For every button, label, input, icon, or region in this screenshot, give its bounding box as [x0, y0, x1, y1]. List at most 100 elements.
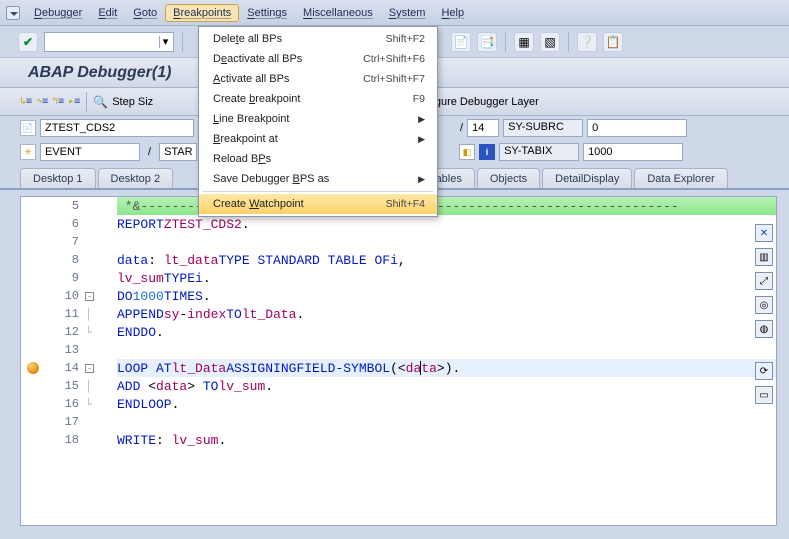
command-field[interactable]: ▾: [44, 32, 174, 52]
menu-system[interactable]: System: [381, 4, 434, 22]
sy-tabix-value[interactable]: [583, 143, 683, 161]
tool-icon[interactable]: ◎: [755, 296, 773, 314]
menu-goto[interactable]: Goto: [125, 4, 165, 22]
line-number: 13: [45, 343, 85, 357]
sync-icon[interactable]: ⟳: [755, 362, 773, 380]
code-line[interactable]: REPORT ZTEST_CDS2.: [117, 215, 776, 233]
bp-menu-reload-bps[interactable]: Reload BPs: [199, 149, 437, 169]
separator: [505, 32, 506, 52]
code-line[interactable]: ENDLOOP.: [117, 395, 776, 413]
code-line[interactable]: DO 1000 TIMES.: [117, 287, 776, 305]
program-icon[interactable]: 📄: [20, 120, 36, 136]
gutter-line[interactable]: 17: [21, 413, 117, 431]
layout-icon[interactable]: ▧: [540, 32, 560, 52]
gutter-line[interactable]: 14-: [21, 359, 117, 377]
bp-menu-activate-all-bps[interactable]: Activate all BPsCtrl+Shift+F7: [199, 69, 437, 89]
code-line[interactable]: APPEND sy-index TO lt_Data.: [117, 305, 776, 323]
code-line[interactable]: LOOP AT lt_Data ASSIGNING FIELD-SYMBOL(<…: [117, 359, 776, 377]
menu-breakpoints[interactable]: Breakpoints: [165, 4, 239, 22]
menu-debugger[interactable]: Debugger: [26, 4, 90, 22]
ok-icon[interactable]: ✔: [18, 32, 38, 52]
gutter-line[interactable]: 15│: [21, 377, 117, 395]
code-line[interactable]: [117, 233, 776, 251]
event-pos-field[interactable]: [159, 143, 197, 161]
gutter-line[interactable]: 16└: [21, 395, 117, 413]
code-line[interactable]: lv_sum TYPE i.: [117, 269, 776, 287]
code-line[interactable]: [117, 413, 776, 431]
fold-column[interactable]: └: [85, 326, 117, 339]
gutter-line[interactable]: 8: [21, 251, 117, 269]
line-number: 11: [45, 307, 85, 321]
fold-toggle-icon[interactable]: -: [85, 364, 94, 373]
menu-miscellaneous[interactable]: Miscellaneous: [295, 4, 381, 22]
gutter-line[interactable]: 12└: [21, 323, 117, 341]
bp-menu-create-breakpoint[interactable]: Create breakpointF9: [199, 89, 437, 109]
step-into-icon[interactable]: ↳≡: [20, 96, 32, 107]
tab-objects[interactable]: Objects: [477, 168, 540, 188]
breakpoint-marker-icon[interactable]: [27, 362, 39, 374]
code-line[interactable]: WRITE: lv_sum.: [117, 431, 776, 449]
tool-icon[interactable]: ▭: [755, 386, 773, 404]
tool-icon[interactable]: ▥: [755, 248, 773, 266]
bp-menu-create-watchpoint[interactable]: Create WatchpointShift+F4: [199, 194, 437, 214]
gutter-line[interactable]: 7: [21, 233, 117, 251]
tool-icon[interactable]: ⤢: [755, 272, 773, 290]
nav-icon[interactable]: ◧: [459, 144, 475, 160]
continue-icon[interactable]: ▸≡: [68, 96, 80, 107]
event-field[interactable]: [40, 143, 140, 161]
menu-edit[interactable]: Edit: [90, 4, 125, 22]
gutter-line[interactable]: 13: [21, 341, 117, 359]
step-size-icon[interactable]: 🔍: [93, 95, 108, 109]
tab-desktop-1[interactable]: Desktop 1: [20, 168, 96, 188]
line-field[interactable]: [467, 119, 499, 137]
program-field[interactable]: [40, 119, 194, 137]
tab-desktop-2[interactable]: Desktop 2: [98, 168, 174, 188]
fold-toggle-icon[interactable]: -: [85, 292, 94, 301]
bp-menu-save-debugger-bps-as[interactable]: Save Debugger BPS as▶: [199, 169, 437, 189]
bp-menu-line-breakpoint[interactable]: Line Breakpoint▶: [199, 109, 437, 129]
bp-menu-deactivate-all-bps[interactable]: Deactivate all BPsCtrl+Shift+F6: [199, 49, 437, 69]
tool-icon[interactable]: ◍: [755, 320, 773, 338]
separator: [86, 92, 87, 112]
gutter-line[interactable]: 18: [21, 431, 117, 449]
menu-help[interactable]: Help: [433, 4, 472, 22]
code-line[interactable]: ADD <data> TO lv_sum.: [117, 377, 776, 395]
bp-menu-breakpoint-at[interactable]: Breakpoint at▶: [199, 129, 437, 149]
gutter-line[interactable]: 6: [21, 215, 117, 233]
toolbar-icon[interactable]: 📄: [451, 32, 471, 52]
fold-column[interactable]: └: [85, 398, 117, 411]
fold-column[interactable]: -: [85, 364, 117, 373]
event-icon[interactable]: ✳: [20, 144, 36, 160]
menu-dropdown-icon[interactable]: [6, 6, 20, 20]
layout-icon[interactable]: ▦: [514, 32, 534, 52]
gutter-line[interactable]: 11│: [21, 305, 117, 323]
step-out-icon[interactable]: ↰≡: [52, 96, 64, 107]
fold-column[interactable]: │: [85, 380, 117, 393]
code-line[interactable]: [117, 341, 776, 359]
gutter-line[interactable]: 10-: [21, 287, 117, 305]
bp-menu-delete-all-bps[interactable]: Delete all BPsShift+F2: [199, 29, 437, 49]
tab-data-explorer[interactable]: Data Explorer: [634, 168, 727, 188]
line-number: 12: [45, 325, 85, 339]
editor-content[interactable]: *&--------------------------------------…: [117, 197, 776, 525]
gutter-line[interactable]: 5: [21, 197, 117, 215]
line-number: 5: [45, 199, 85, 213]
info-icon[interactable]: i: [479, 144, 495, 160]
close-icon[interactable]: ✕: [755, 224, 773, 242]
fold-column[interactable]: │: [85, 308, 117, 321]
step-over-icon[interactable]: ↷≡: [36, 96, 48, 107]
code-line[interactable]: ENDDO.: [117, 323, 776, 341]
sy-subrc-value[interactable]: [587, 119, 687, 137]
fold-column[interactable]: -: [85, 292, 117, 301]
breakpoint-column[interactable]: [21, 362, 45, 374]
help-icon[interactable]: ❔: [577, 32, 597, 52]
menu-settings[interactable]: Settings: [239, 4, 295, 22]
chevron-down-icon[interactable]: ▾: [159, 36, 171, 48]
gutter-line[interactable]: 9: [21, 269, 117, 287]
toolbar-icon[interactable]: 📋: [603, 32, 623, 52]
code-line[interactable]: data: lt_data TYPE STANDARD TABLE OF i,: [117, 251, 776, 269]
line-number: 15: [45, 379, 85, 393]
tab-detaildisplay[interactable]: DetailDisplay: [542, 168, 632, 188]
chevron-right-icon: ▶: [418, 134, 425, 145]
toolbar-icon[interactable]: 📑: [477, 32, 497, 52]
